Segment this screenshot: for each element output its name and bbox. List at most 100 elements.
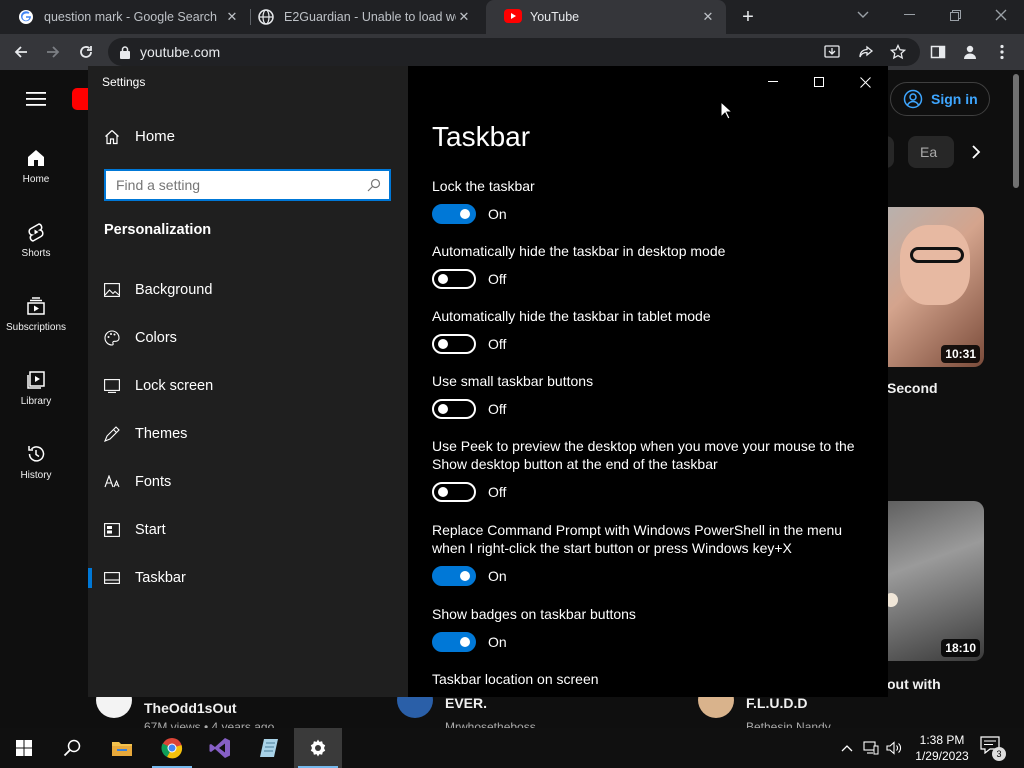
nav-item-start[interactable]: Start <box>88 510 408 550</box>
video-title[interactable]: out with <box>887 676 941 692</box>
browser-tab-youtube[interactable]: YouTube ✕ <box>486 0 726 34</box>
toggle-switch[interactable] <box>432 632 476 652</box>
yt-nav-label: Subscriptions <box>5 322 67 333</box>
taskbar-visual-studio[interactable] <box>196 728 244 768</box>
video-title[interactable]: Second <box>887 380 938 396</box>
nav-item-fonts[interactable]: Fonts <box>88 462 408 502</box>
sign-in-button[interactable]: Sign in <box>890 82 990 116</box>
video-title[interactable]: EVER. <box>445 695 487 711</box>
maximize-button[interactable] <box>796 66 842 98</box>
windows-taskbar: 1:38 PM 1/29/2023 3 <box>0 728 1024 768</box>
taskbar-icon <box>104 570 120 586</box>
search-icon <box>63 739 81 757</box>
network-icon[interactable] <box>862 738 880 758</box>
setting-label: Use Peek to preview the desktop when you… <box>432 438 855 472</box>
channel-name[interactable]: Mrwhosetheboss <box>445 720 536 728</box>
bookmark-star-icon[interactable] <box>888 42 908 62</box>
yt-nav-history[interactable]: History <box>0 444 72 481</box>
chevron-right-icon[interactable] <box>970 144 982 160</box>
toggle-switch[interactable] <box>432 482 476 502</box>
setting-label: Automatically hide the taskbar in deskto… <box>432 243 726 259</box>
browser-close-button[interactable] <box>978 0 1024 30</box>
hamburger-menu-icon[interactable] <box>26 91 46 107</box>
toggle-knob <box>438 339 448 349</box>
channel-name[interactable]: TheOdd1sOut <box>144 700 237 716</box>
setting-label: Use small taskbar buttons <box>432 373 594 389</box>
taskbar-file-explorer[interactable] <box>98 728 146 768</box>
windows-logo-icon <box>16 740 32 756</box>
lock-icon[interactable] <box>120 45 130 59</box>
chip-label: Ea <box>920 144 938 160</box>
setting-label: Replace Command Prompt with Windows Powe… <box>432 522 843 556</box>
search-input[interactable] <box>116 177 367 193</box>
browser-menu-icon[interactable] <box>992 42 1012 62</box>
youtube-logo-icon[interactable] <box>72 88 88 110</box>
close-tab-icon[interactable]: ✕ <box>456 9 472 25</box>
tab-search-icon[interactable] <box>840 0 886 30</box>
side-panel-icon[interactable] <box>928 42 948 62</box>
settings-content: Taskbar Lock the taskbar On Automaticall… <box>408 66 888 697</box>
minimize-button[interactable] <box>750 66 796 98</box>
toggle-switch[interactable] <box>432 269 476 289</box>
close-tab-icon[interactable]: ✕ <box>700 9 716 25</box>
nav-label: Background <box>135 282 213 298</box>
settings-home-link[interactable]: Home <box>104 128 175 145</box>
back-icon[interactable] <box>8 39 34 65</box>
profile-icon[interactable] <box>960 42 980 62</box>
taskbar-settings[interactable] <box>294 728 342 768</box>
taskbar-notepad-app[interactable] <box>245 728 293 768</box>
taskbar-search-button[interactable] <box>48 728 96 768</box>
yt-nav-label: History <box>20 470 52 481</box>
start-button[interactable] <box>0 728 48 768</box>
nav-label: Lock screen <box>135 378 214 394</box>
nav-item-background[interactable]: Background <box>88 270 408 310</box>
fonts-icon <box>104 474 120 490</box>
page-title: Taskbar <box>432 121 531 152</box>
nav-item-themes[interactable]: Themes <box>88 414 408 454</box>
new-tab-button[interactable]: + <box>736 6 760 28</box>
forward-icon[interactable] <box>40 39 66 65</box>
yt-nav-shorts[interactable]: Shorts <box>0 222 72 259</box>
share-icon[interactable] <box>856 42 876 62</box>
taskbar-clock[interactable]: 1:38 PM 1/29/2023 <box>912 732 972 764</box>
nav-item-colors[interactable]: Colors <box>88 318 408 358</box>
palette-icon <box>104 330 120 346</box>
browser-restore-button[interactable] <box>932 0 978 30</box>
nav-item-taskbar[interactable]: Taskbar <box>88 558 408 598</box>
toggle-switch[interactable] <box>432 204 476 224</box>
browser-tab-e2guardian[interactable]: E2Guardian - Unable to load web ✕ <box>240 0 482 34</box>
nav-label: Taskbar <box>135 570 186 586</box>
yt-nav-library[interactable]: Library <box>0 370 72 407</box>
page-scrollbar[interactable] <box>1013 74 1019 188</box>
yt-nav-home[interactable]: Home <box>0 148 72 185</box>
toggle-knob <box>460 637 470 647</box>
yt-nav-label: Home <box>22 174 50 185</box>
volume-icon[interactable] <box>885 738 903 758</box>
video-title[interactable]: F.L.U.D.D <box>746 695 807 711</box>
nav-label: Fonts <box>135 474 172 490</box>
reload-icon[interactable] <box>73 39 99 65</box>
tab-title: E2Guardian - Unable to load web <box>284 10 456 24</box>
browser-tab-google-search[interactable]: question mark - Google Search ✕ <box>0 0 250 34</box>
clock-time: 1:38 PM <box>919 733 965 747</box>
toggle-switch[interactable] <box>432 334 476 354</box>
toggle-knob <box>438 274 448 284</box>
address-bar[interactable]: youtube.com <box>108 38 920 66</box>
close-tab-icon[interactable]: ✕ <box>224 9 240 25</box>
lock-screen-icon <box>104 378 120 394</box>
browser-minimize-button[interactable] <box>886 0 932 30</box>
settings-search-box[interactable] <box>104 169 391 201</box>
setting-label: Automatically hide the taskbar in tablet… <box>432 308 711 324</box>
nav-item-lock-screen[interactable]: Lock screen <box>88 366 408 406</box>
search-icon[interactable] <box>367 178 381 192</box>
channel-name[interactable]: Bethesin Nandy <box>746 720 831 728</box>
yt-nav-subscriptions[interactable]: Subscriptions <box>0 296 72 333</box>
taskbar-chrome[interactable] <box>148 728 196 768</box>
home-icon <box>28 150 44 166</box>
toggle-switch[interactable] <box>432 566 476 586</box>
install-app-icon[interactable] <box>822 42 842 62</box>
filter-chip[interactable]: Ea <box>908 136 954 168</box>
show-hidden-icons-chevron-icon[interactable] <box>838 738 856 758</box>
toggle-switch[interactable] <box>432 399 476 419</box>
close-button[interactable] <box>842 66 888 98</box>
